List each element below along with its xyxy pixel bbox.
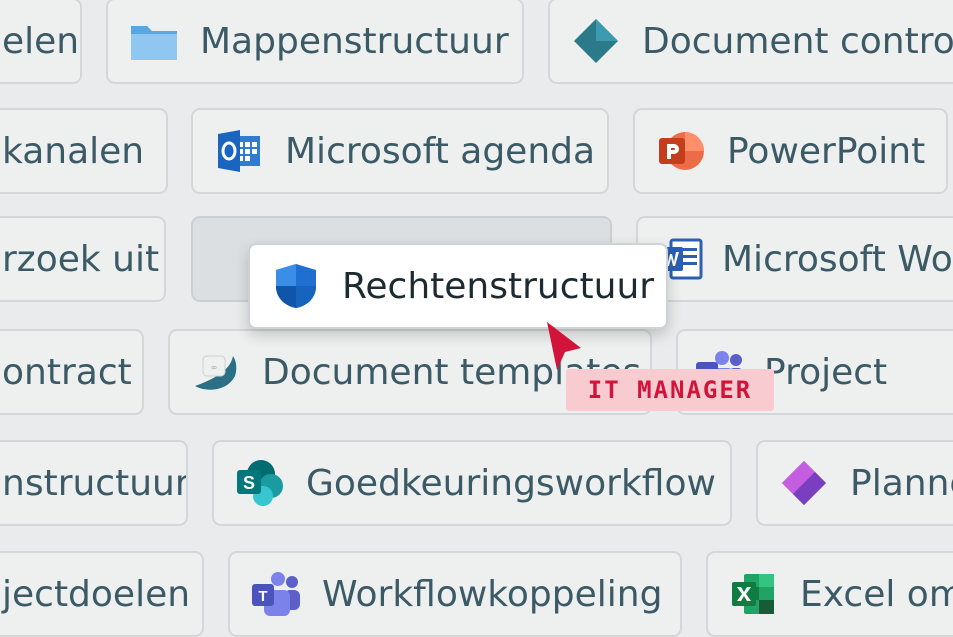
tile-label: Planner [850,462,953,504]
tile-label: PowerPoint [727,130,926,172]
tile-microsoft-agenda[interactable]: Microsoft agenda [191,108,609,194]
tile-label: jectdoelen [2,573,191,615]
tile-label: Microsoft agenda [285,130,596,172]
folder-icon [128,15,180,67]
svg-text:S: S [243,473,255,493]
powerpoint-icon [655,125,707,177]
user-role-tag: IT MANAGER [566,369,774,411]
document-templates-icon: ∞ [190,346,242,398]
tile-label: Project [764,351,888,393]
tile-label: Microsoft Word [722,238,953,280]
svg-text:∞: ∞ [211,363,218,372]
tile-workflowkoppeling[interactable]: T Workflowkoppeling [228,551,682,637]
sharepoint-icon: S [234,457,286,509]
tile-excel[interactable]: Excel om [706,551,953,637]
tile-planner[interactable]: Planner [756,440,953,526]
planner-icon [778,457,830,509]
tile-mappenstructuur[interactable]: Mappenstructuur [106,0,524,84]
tile-structuur[interactable]: nstructuur [0,440,188,526]
tile-kanalen[interactable]: kanalen [0,108,168,194]
tile-label: Goedkeuringsworkflow [306,462,716,504]
tile-label: Document control [642,20,953,62]
tile-label: rzoek uit [2,238,160,280]
tile-goedkeuringsworkflow[interactable]: S Goedkeuringsworkflow [212,440,732,526]
dragged-tile-rechtenstructuur[interactable]: Rechtenstructuur [248,243,668,329]
tile-powerpoint[interactable]: PowerPoint [633,108,948,194]
shield-icon [272,260,320,312]
excel-icon [728,568,780,620]
tile-projectdoelen[interactable]: jectdoelen [0,551,204,637]
tile-label: Workflowkoppeling [322,573,663,615]
cursor-pointer-icon [547,322,581,370]
outlook-icon [213,125,265,177]
tile-label: nstructuur [2,462,188,504]
tile-microsoft-word[interactable]: Microsoft Word [636,216,953,302]
tile-doelen[interactable]: elen [0,0,82,84]
tile-label: kanalen [2,130,145,172]
tile-label: Mappenstructuur [200,20,509,62]
tile-label: ontract [2,351,132,393]
tile-document-control[interactable]: Document control [548,0,953,84]
tile-contract[interactable]: ontract [0,329,144,415]
teams-icon: T [250,568,302,620]
tile-label: elen [2,20,80,62]
tile-verzoek-uit[interactable]: rzoek uit [0,216,166,302]
document-control-icon [570,15,622,67]
svg-text:T: T [258,588,267,605]
tile-label: Rechtenstructuur [342,265,655,307]
tile-label: Excel om [800,573,953,615]
